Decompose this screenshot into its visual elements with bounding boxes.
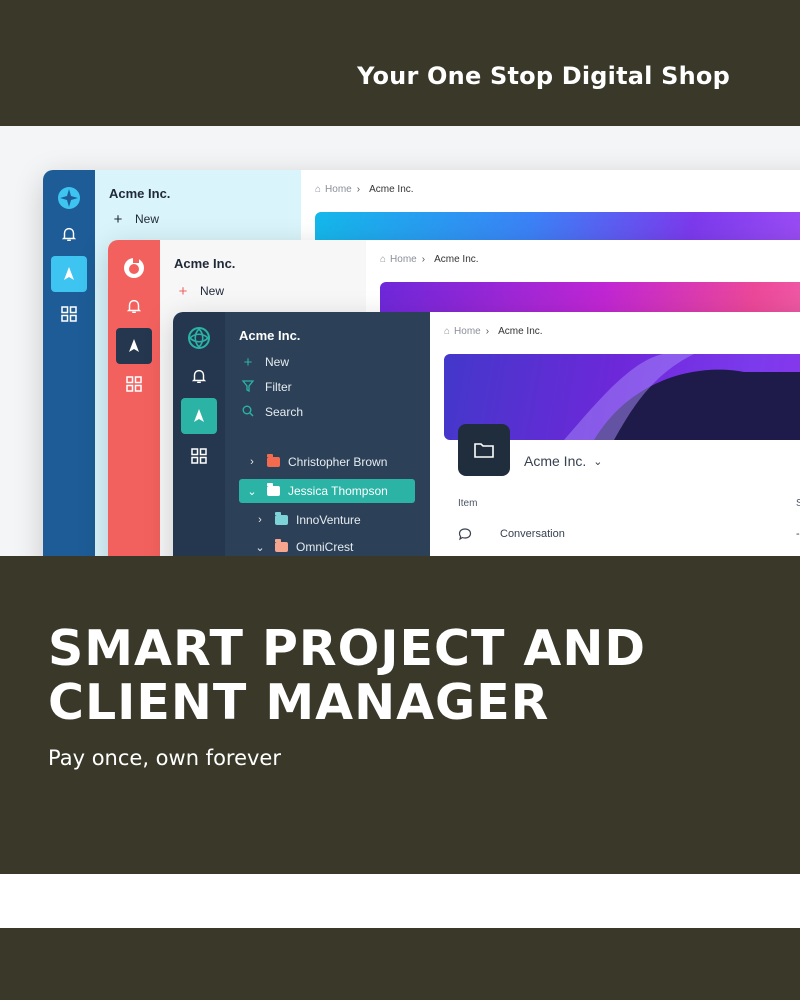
home-icon: ⌂ [315, 184, 322, 195]
folder-icon [267, 483, 280, 496]
footer-band [0, 928, 800, 1000]
new-label: New [265, 355, 290, 369]
search-label: Search [265, 405, 304, 419]
bell-icon[interactable] [51, 216, 87, 252]
new-label: New [135, 212, 160, 226]
rocket-icon[interactable] [181, 398, 217, 434]
search-icon [239, 404, 257, 421]
row-status: - [796, 528, 800, 540]
breadcrumb: ⌂ Home › Acme Inc. [315, 184, 414, 195]
bell-icon[interactable] [181, 358, 217, 394]
breadcrumb-home[interactable]: Home [390, 254, 417, 265]
white-strip [0, 874, 800, 928]
breadcrumb-current: Acme Inc. [498, 326, 543, 337]
chevron-right-icon: › [356, 184, 361, 195]
breadcrumb: ⌂ Home › Acme Inc. [444, 326, 543, 337]
table-row[interactable]: Conversation - [458, 524, 800, 544]
chevron-down-icon: ⌄ [247, 485, 257, 498]
grid-icon[interactable] [51, 296, 87, 332]
plus-icon: + [243, 353, 253, 371]
rail-middle [108, 240, 160, 556]
grid-icon[interactable] [181, 438, 217, 474]
folder-icon [267, 454, 280, 467]
tree-item-label: InnoVenture [296, 513, 361, 527]
rocket-icon[interactable] [116, 328, 152, 364]
logo-icon [181, 320, 217, 356]
promo-page: Your One Stop Digital Shop Acme Inc. + N… [0, 0, 800, 1000]
tree-item-jessica-thompson[interactable]: ⌄ Jessica Thompson [239, 479, 415, 503]
hero-band: SMART PROJECT AND CLIENT MANAGER Pay onc… [0, 556, 800, 874]
chevron-right-icon: › [258, 514, 262, 526]
table-header-status: S [796, 498, 800, 509]
chevron-right-icon: › [421, 254, 426, 265]
home-icon: ⌂ [444, 326, 451, 337]
chevron-right-icon: › [485, 326, 490, 337]
workspace-folder-badge[interactable] [458, 424, 510, 476]
breadcrumb-home[interactable]: Home [454, 326, 481, 337]
folder-icon [275, 512, 288, 525]
window-front: Acme Inc. + New Filter Search › Christop… [173, 312, 800, 556]
org-name: Acme Inc. [239, 328, 301, 343]
folder-icon [275, 539, 288, 552]
org-name: Acme Inc. [174, 256, 236, 271]
chevron-right-icon: › [250, 456, 254, 468]
filter-button[interactable]: Filter [239, 377, 292, 397]
breadcrumb-current: Acme Inc. [369, 184, 414, 195]
app-screenshot: Acme Inc. + New ⌂ Home › Acme Inc. Acme … [0, 126, 800, 556]
breadcrumb-home[interactable]: Home [325, 184, 352, 195]
chat-bubble-icon [458, 528, 472, 541]
tree-item-label: Christopher Brown [288, 455, 388, 469]
logo-icon [51, 180, 87, 216]
new-button[interactable]: + New [174, 281, 224, 301]
headline-line-1: SMART PROJECT AND [48, 620, 647, 677]
row-label: Conversation [500, 528, 565, 540]
tree-item-label: OmniCrest [296, 540, 354, 554]
new-label: New [200, 284, 225, 298]
chevron-down-icon: ⌄ [255, 541, 265, 554]
logo-icon [116, 250, 152, 286]
new-button[interactable]: + New [109, 209, 159, 229]
bell-icon[interactable] [116, 288, 152, 324]
grid-icon[interactable] [116, 366, 152, 402]
workspace-title-label: Acme Inc. [524, 453, 587, 469]
tree-item-innoventure[interactable]: › InnoVenture [253, 508, 413, 532]
org-name: Acme Inc. [109, 186, 171, 201]
tagline: Your One Stop Digital Shop [357, 62, 730, 90]
breadcrumb-current: Acme Inc. [434, 254, 479, 265]
headline-line-2: CLIENT MANAGER [48, 674, 550, 731]
rocket-icon[interactable] [51, 256, 87, 292]
headline: SMART PROJECT AND CLIENT MANAGER [48, 622, 646, 730]
chevron-down-icon: ⌄ [593, 455, 603, 468]
tree-item-label: Jessica Thompson [288, 484, 388, 498]
main-front: ⌂ Home › Acme Inc. Acme Inc. ⌄ Item S Co… [430, 312, 800, 556]
home-icon: ⌂ [380, 254, 387, 265]
search-button[interactable]: Search [239, 402, 303, 422]
sidebar-front: Acme Inc. + New Filter Search › Christop… [225, 312, 430, 556]
rail-front [173, 312, 225, 556]
filter-icon [239, 379, 257, 396]
tree-item-omnicrest[interactable]: ⌄ OmniCrest [253, 535, 413, 556]
tree-item-christopher-brown[interactable]: › Christopher Brown [245, 450, 415, 474]
subline: Pay once, own forever [48, 746, 281, 770]
new-button[interactable]: + New [239, 352, 289, 372]
breadcrumb: ⌂ Home › Acme Inc. [380, 254, 479, 265]
top-band: Your One Stop Digital Shop [0, 0, 800, 126]
rail-back [43, 170, 95, 556]
plus-icon: + [113, 210, 123, 228]
folder-icon [474, 443, 494, 458]
filter-label: Filter [265, 380, 292, 394]
workspace-title[interactable]: Acme Inc. ⌄ [524, 453, 602, 469]
plus-icon: + [178, 282, 188, 300]
table-header-item: Item [458, 498, 478, 509]
